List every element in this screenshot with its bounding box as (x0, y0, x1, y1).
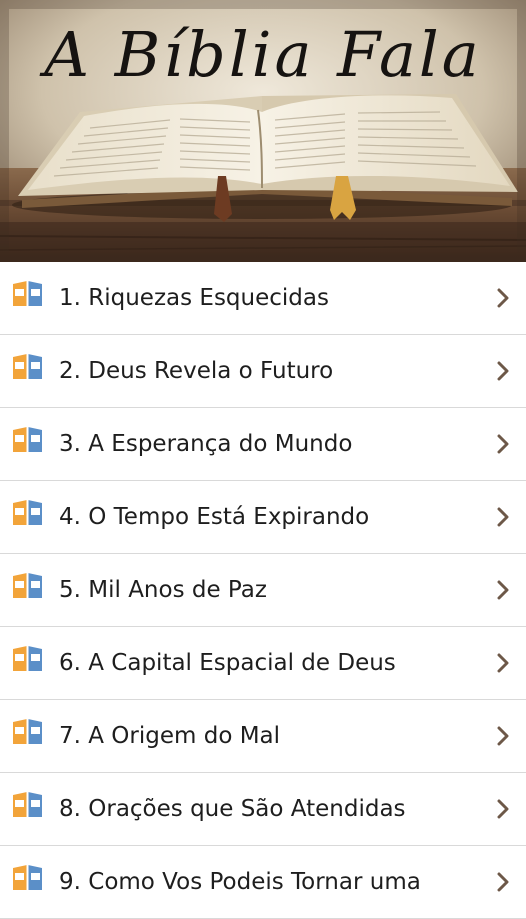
chapter-label: 3. A Esperança do Mundo (59, 431, 353, 457)
chevron-right-icon (497, 872, 509, 892)
open-book-icon (13, 354, 42, 379)
chevron-right-icon (497, 799, 509, 819)
open-book-icon (13, 500, 42, 525)
list-item[interactable]: 8. Orações que São Atendidas (0, 773, 526, 846)
chapter-label: 7. A Origem do Mal (59, 723, 281, 749)
chevron-right-icon (497, 653, 509, 673)
list-item[interactable]: 6. A Capital Espacial de Deus (0, 627, 526, 700)
chevron-right-icon (497, 507, 509, 527)
chapter-label: 2. Deus Revela o Futuro (59, 358, 334, 384)
chapter-list: 1. Riquezas Esquecidas 2. Deus Revela o … (0, 262, 526, 919)
open-book-icon (13, 646, 42, 671)
header-banner: A Bíblia Fala (0, 0, 526, 262)
list-item[interactable]: 9. Como Vos Podeis Tornar uma (0, 846, 526, 919)
chevron-right-icon (497, 434, 509, 454)
chapter-label: 9. Como Vos Podeis Tornar uma (59, 869, 421, 895)
open-book-icon (13, 281, 42, 306)
list-item[interactable]: 7. A Origem do Mal (0, 700, 526, 773)
open-book-icon (13, 865, 42, 890)
chevron-right-icon (497, 361, 509, 381)
list-item[interactable]: 1. Riquezas Esquecidas (0, 262, 526, 335)
open-book-icon (13, 427, 42, 452)
open-book-icon (13, 792, 42, 817)
chapter-label: 4. O Tempo Está Expirando (59, 504, 370, 530)
list-item[interactable]: 4. O Tempo Está Expirando (0, 481, 526, 554)
chapter-label: 1. Riquezas Esquecidas (59, 285, 329, 311)
app-title: A Bíblia Fala (44, 18, 482, 91)
chevron-right-icon (497, 288, 509, 308)
chevron-right-icon (497, 726, 509, 746)
list-item[interactable]: 3. A Esperança do Mundo (0, 408, 526, 481)
chapter-label: 5. Mil Anos de Paz (59, 577, 267, 603)
chapter-label: 8. Orações que São Atendidas (59, 796, 406, 822)
chevron-right-icon (497, 580, 509, 600)
open-book-icon (13, 573, 42, 598)
list-item[interactable]: 5. Mil Anos de Paz (0, 554, 526, 627)
list-item[interactable]: 2. Deus Revela o Futuro (0, 335, 526, 408)
chapter-label: 6. A Capital Espacial de Deus (59, 650, 396, 676)
open-book-icon (13, 719, 42, 744)
